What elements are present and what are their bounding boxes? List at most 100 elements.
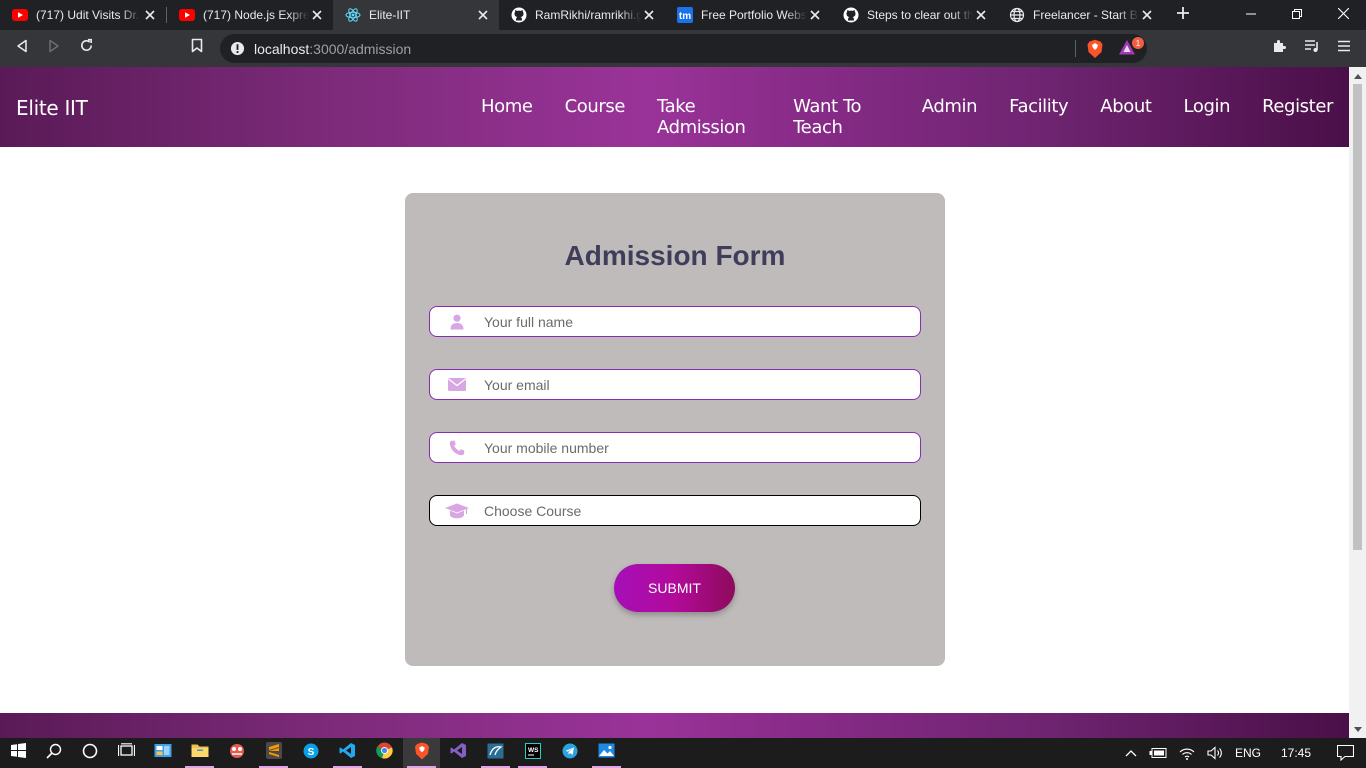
close-icon[interactable] (807, 7, 823, 23)
system-tray: ENG 17:45 (1119, 738, 1366, 768)
visual-studio-icon (450, 742, 467, 764)
tab-title: Freelancer - Start Bo (1033, 8, 1139, 22)
start-button[interactable] (0, 738, 36, 768)
search-button[interactable] (36, 738, 72, 768)
volume-icon[interactable] (1201, 738, 1229, 768)
restore-button[interactable] (1274, 0, 1320, 30)
tab-github-ramrikhi[interactable]: RamRikhi/ramrikhi.github (499, 0, 665, 30)
brave-icon (414, 742, 430, 765)
submit-button[interactable]: SUBMIT (614, 564, 735, 612)
close-icon[interactable] (142, 7, 158, 23)
taskbar-app-file-explorer[interactable] (181, 738, 218, 768)
tab-free-portfolio[interactable]: tm Free Portfolio Website (665, 0, 831, 30)
browser-toolbar: localhost:3000/admission 1 (0, 30, 1366, 67)
site-info-icon[interactable] (220, 41, 254, 56)
reload-icon (79, 38, 94, 58)
rewards-badge: 1 (1132, 37, 1144, 49)
graduation-cap-icon (430, 503, 484, 519)
chrome-icon (376, 742, 393, 764)
scroll-up-icon[interactable] (1353, 72, 1362, 80)
scroll-down-icon[interactable] (1353, 725, 1362, 733)
taskbar-app-visual-studio[interactable] (440, 738, 477, 768)
taskbar-app-mysql[interactable] (477, 738, 514, 768)
close-icon[interactable] (309, 7, 325, 23)
nav-about[interactable]: About (1084, 96, 1167, 138)
back-button[interactable] (6, 32, 38, 64)
nav-take-admission[interactable]: Take Admission (641, 96, 777, 138)
tab-elite-iit[interactable]: Elite-IIT (333, 0, 499, 30)
site-footer (0, 713, 1349, 738)
webstorm-icon: WS (524, 742, 541, 764)
close-icon[interactable] (973, 7, 989, 23)
page-scrollbar[interactable] (1349, 67, 1366, 738)
nav-admin[interactable]: Admin (906, 96, 993, 138)
notification-icon[interactable] (1325, 738, 1366, 768)
mobile-placeholder: Your mobile number (484, 439, 609, 456)
folder-icon (191, 743, 209, 763)
url-path: :3000/admission (309, 40, 412, 57)
github-icon (511, 7, 527, 23)
nav-home[interactable]: Home (465, 96, 549, 138)
task-view-button[interactable] (108, 738, 144, 768)
new-tab-button[interactable] (1169, 0, 1197, 30)
menu-button[interactable] (1328, 32, 1360, 64)
forward-icon (47, 39, 61, 58)
tab-youtube-1[interactable]: (717) Udit Visits Dr. K (0, 0, 166, 30)
bookmark-button[interactable] (181, 32, 213, 64)
course-select[interactable]: Choose Course (429, 495, 921, 526)
close-window-button[interactable] (1320, 0, 1366, 30)
reload-button[interactable] (70, 32, 102, 64)
email-placeholder: Your email (484, 376, 550, 393)
tab-youtube-2[interactable]: (717) Node.js Express (167, 0, 333, 30)
site-brand[interactable]: Elite IIT (16, 96, 88, 120)
taskbar-app-sublime[interactable] (255, 738, 292, 768)
url-host: localhost (254, 40, 310, 57)
hamburger-icon (1338, 39, 1350, 57)
scroll-thumb[interactable] (1353, 84, 1362, 550)
taskbar-app-webstorm[interactable]: WS (514, 738, 551, 768)
cortana-button[interactable] (72, 738, 108, 768)
forward-button[interactable] (38, 32, 70, 64)
taskbar-app-skype[interactable]: S (292, 738, 329, 768)
address-bar[interactable]: localhost:3000/admission 1 (220, 34, 1147, 63)
taskbar-app-chrome[interactable] (366, 738, 403, 768)
minimize-button[interactable] (1228, 0, 1274, 30)
mobile-field[interactable]: Your mobile number (429, 432, 921, 463)
taskbar-app-telegram[interactable] (551, 738, 588, 768)
tab-freelancer[interactable]: Freelancer - Start Bo (997, 0, 1163, 30)
sublime-text-icon (265, 742, 282, 764)
tab-title: Elite-IIT (369, 8, 411, 22)
close-icon[interactable] (641, 7, 657, 23)
close-icon[interactable] (475, 7, 491, 23)
puzzle-icon (1272, 38, 1288, 59)
taskbar-app-snipping[interactable] (218, 738, 255, 768)
email-field[interactable]: Your email (429, 369, 921, 400)
extensions-button[interactable] (1264, 32, 1296, 64)
nav-register[interactable]: Register (1246, 96, 1349, 138)
task-view-icon (117, 743, 135, 763)
taskbar-app-vscode[interactable] (329, 738, 366, 768)
nav-login[interactable]: Login (1168, 96, 1247, 138)
tab-title: (717) Node.js Express (203, 8, 309, 22)
taskbar-app-brave[interactable] (403, 738, 440, 768)
media-controls-button[interactable] (1296, 32, 1328, 64)
toolbar-right (1264, 32, 1360, 64)
nav-course[interactable]: Course (549, 96, 641, 138)
github-icon (843, 7, 859, 23)
language-indicator[interactable]: ENG (1229, 738, 1267, 768)
tab-github-steps[interactable]: Steps to clear out the (831, 0, 997, 30)
plus-icon (1176, 6, 1190, 25)
full-name-field[interactable]: Your full name (429, 306, 921, 337)
nav-want-to-teach[interactable]: Want To Teach (777, 96, 906, 138)
clock[interactable]: 17:45 (1267, 738, 1325, 768)
wifi-icon[interactable] (1173, 738, 1201, 768)
close-icon[interactable] (1139, 7, 1155, 23)
browser-tabstrip: (717) Udit Visits Dr. K (717) Node.js Ex… (0, 0, 1366, 30)
battery-icon[interactable] (1143, 738, 1173, 768)
taskbar-app-photos[interactable] (588, 738, 625, 768)
chevron-up-icon[interactable] (1119, 738, 1143, 768)
nav-facility[interactable]: Facility (993, 96, 1084, 138)
control-panel-icon (154, 743, 172, 764)
brave-shields-icon[interactable] (1086, 39, 1104, 64)
taskbar-app-control-panel[interactable] (144, 738, 181, 768)
